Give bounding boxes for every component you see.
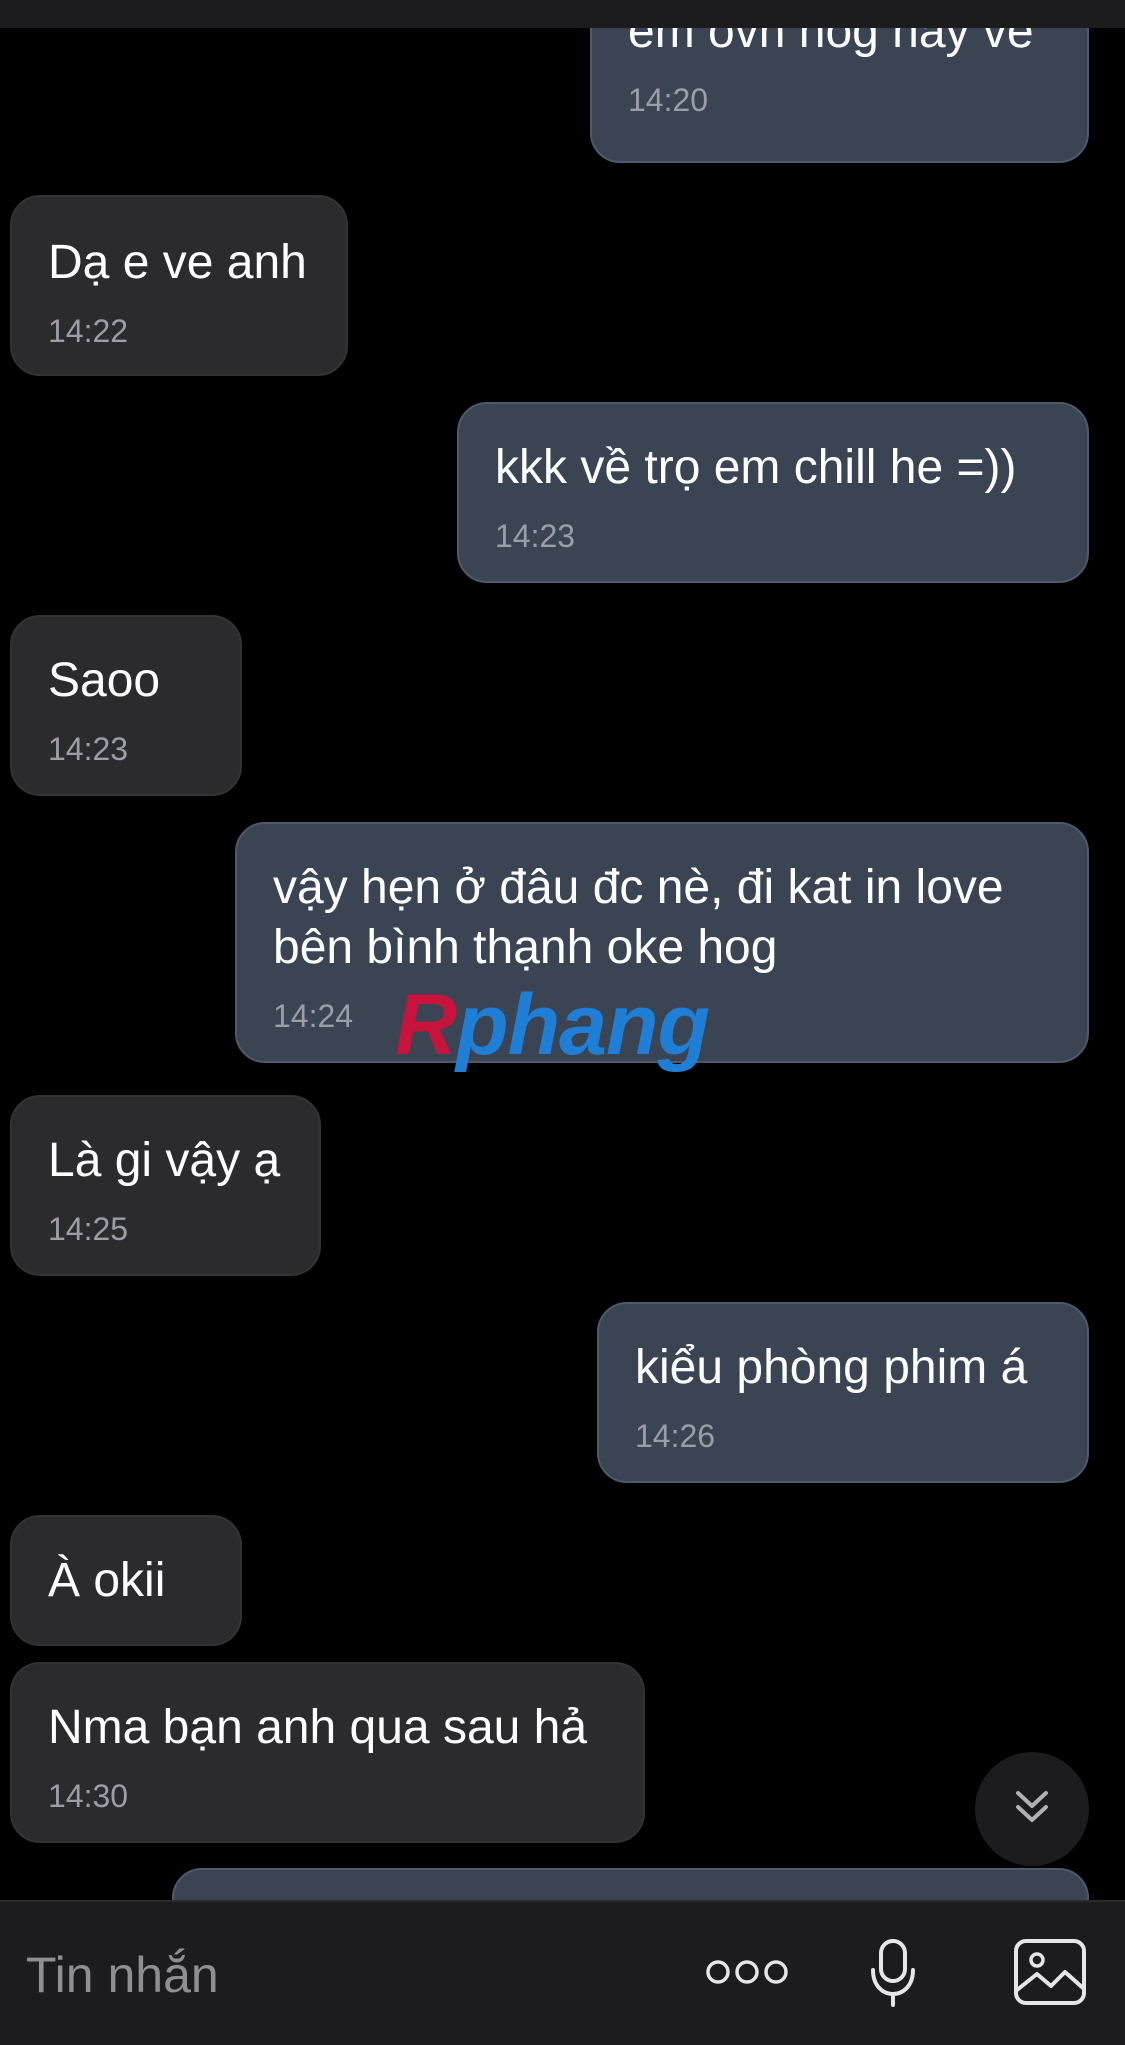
message-time: 14:23 bbox=[48, 731, 129, 767]
more-options-button[interactable] bbox=[700, 1942, 794, 2006]
message-bubble-incoming[interactable]: Dạ e ve anh 14:22 bbox=[10, 195, 348, 376]
message-bubble-incoming[interactable]: Là gi vậy ạ 14:25 bbox=[10, 1095, 321, 1276]
message-text: Là gi vậy ạ bbox=[48, 1134, 281, 1187]
chevron-double-down-icon bbox=[1010, 1785, 1054, 1834]
watermark-word: phang bbox=[456, 977, 710, 1073]
message-text: Dạ e ve anh bbox=[48, 236, 307, 289]
message-bubble-incoming[interactable]: À okii bbox=[10, 1515, 242, 1646]
message-text: kiểu phòng phim á bbox=[635, 1341, 1028, 1394]
message-time: 14:20 bbox=[628, 82, 709, 118]
message-time: 14:24 bbox=[273, 998, 354, 1034]
watermark-letter: R bbox=[395, 977, 457, 1073]
message-text: Saoo bbox=[48, 654, 161, 707]
message-text: kkk về trọ em chill he =)) bbox=[495, 441, 1017, 494]
image-icon bbox=[1013, 1938, 1087, 2011]
message-input[interactable]: Tin nhắn bbox=[26, 1940, 626, 2010]
message-time: 14:22 bbox=[48, 313, 129, 349]
message-time: 14:23 bbox=[495, 518, 576, 554]
message-time: 14:25 bbox=[48, 1211, 129, 1247]
message-bubble-incoming[interactable]: Saoo 14:23 bbox=[10, 615, 242, 796]
message-composer: Tin nhắn bbox=[0, 1900, 1125, 2045]
message-bubble-outgoing[interactable]: kiểu phòng phim á 14:26 bbox=[597, 1302, 1089, 1483]
more-options-icon bbox=[705, 1957, 789, 1992]
message-text-line-2: bên bình thạnh oke hog bbox=[273, 921, 778, 974]
microphone-icon bbox=[868, 1938, 918, 2013]
scroll-to-bottom-button[interactable] bbox=[975, 1752, 1089, 1866]
chat-thread[interactable]: em ovn hog hay vê 14:20 Dạ e ve anh 14:2… bbox=[0, 0, 1125, 1900]
top-bar-edge bbox=[0, 0, 1125, 28]
message-bubble-outgoing-partial[interactable] bbox=[172, 1868, 1089, 1900]
watermark-logo: Rphang bbox=[395, 977, 710, 1073]
message-bubble-incoming[interactable]: Nma bạn anh qua sau hả 14:30 bbox=[10, 1662, 645, 1843]
message-text: Nma bạn anh qua sau hả bbox=[48, 1701, 588, 1754]
message-time: 14:26 bbox=[635, 1418, 716, 1454]
message-time: 14:30 bbox=[48, 1778, 129, 1814]
message-text-line-1: vậy hẹn ở đâu đc nè, đi kat in love bbox=[273, 861, 1004, 914]
message-text: À okii bbox=[48, 1554, 166, 1607]
message-bubble-outgoing[interactable]: kkk về trọ em chill he =)) 14:23 bbox=[457, 402, 1089, 583]
image-picker-button[interactable] bbox=[1010, 1934, 1090, 2014]
voice-message-button[interactable] bbox=[858, 1932, 928, 2018]
